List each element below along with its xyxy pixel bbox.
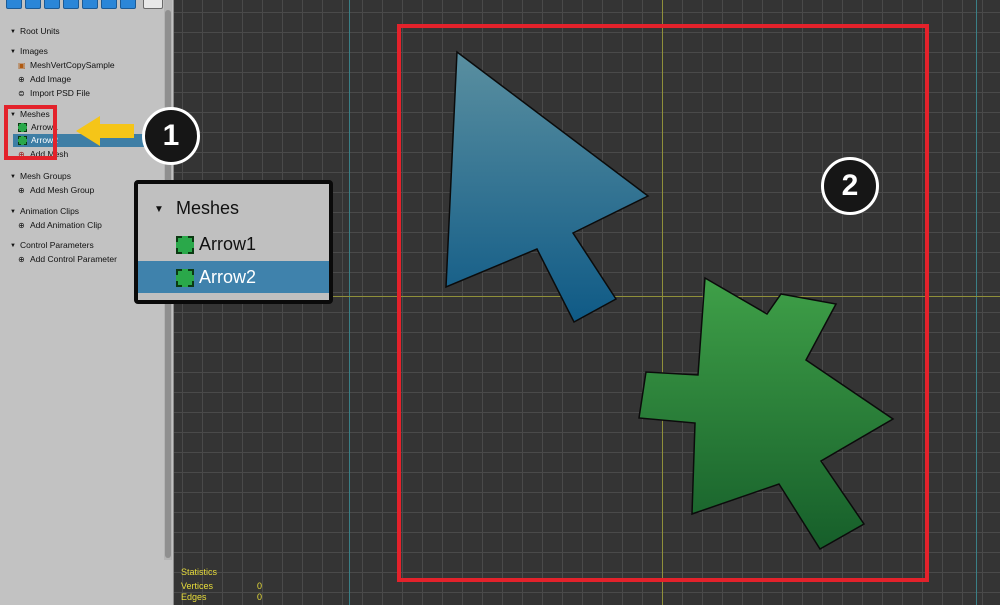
expand-triangle-icon: ▼ <box>10 28 16 35</box>
add-icon: ⊕ <box>18 221 25 230</box>
stat-edges: Edges 0 <box>181 592 263 602</box>
tool-button-2[interactable] <box>25 0 41 9</box>
group-images[interactable]: ▼ Images <box>10 45 48 57</box>
tool-button-5[interactable] <box>82 0 98 9</box>
expand-triangle-icon: ▼ <box>10 173 16 180</box>
tool-button-4[interactable] <box>63 0 79 9</box>
mesh-icon <box>176 236 194 255</box>
inset-item-arrow2: Arrow2 <box>138 261 329 293</box>
add-animation-clip-button[interactable]: ⊕ Add Animation Clip <box>18 219 102 231</box>
expand-triangle-icon: ▼ <box>10 208 16 215</box>
mesh-icon <box>176 269 194 288</box>
add-control-parameter-button[interactable]: ⊕ Add Control Parameter <box>18 253 117 265</box>
zoom-inset-meshes: ▼ Meshes Arrow1 Arrow2 <box>134 180 333 304</box>
highlight-frame-viewport <box>397 24 929 582</box>
highlight-frame-meshes <box>4 105 57 160</box>
step-badge-1: 1 <box>142 107 200 165</box>
sort-button[interactable] <box>143 0 163 9</box>
add-icon: ⊕ <box>18 255 25 264</box>
tool-button-3[interactable] <box>44 0 60 9</box>
group-mesh-groups[interactable]: ▼ Mesh Groups <box>10 170 71 182</box>
add-image-button[interactable]: ⊕ Add Image <box>18 73 71 85</box>
add-icon: ⊕ <box>18 75 25 84</box>
image-item[interactable]: ▣ MeshVertCopySample <box>18 59 115 71</box>
hierarchy-toolbar <box>0 0 173 9</box>
stat-vertices: Vertices 0 <box>181 581 263 591</box>
image-icon: ▣ <box>18 61 26 70</box>
statistics-title: Statistics <box>181 567 218 577</box>
add-icon: ⊕ <box>18 186 25 195</box>
group-control-parameters[interactable]: ▼ Control Parameters <box>10 239 94 251</box>
tool-button-7[interactable] <box>120 0 136 9</box>
inset-item-arrow1: Arrow1 <box>176 228 256 260</box>
step-badge-2: 2 <box>821 157 879 215</box>
inset-group-meshes: ▼ Meshes <box>154 198 240 218</box>
tool-button-1[interactable] <box>6 0 22 9</box>
expand-triangle-icon: ▼ <box>10 48 16 55</box>
add-mesh-group-button[interactable]: ⊕ Add Mesh Group <box>18 184 94 196</box>
group-root-units[interactable]: ▼ Root Units <box>10 25 60 37</box>
group-animation-clips[interactable]: ▼ Animation Clips <box>10 205 79 217</box>
callout-arrow-icon <box>76 116 134 146</box>
import-icon: ⊜ <box>18 89 25 98</box>
expand-triangle-icon: ▼ <box>154 203 164 215</box>
expand-triangle-icon: ▼ <box>10 242 16 249</box>
tool-button-6[interactable] <box>101 0 117 9</box>
import-psd-button[interactable]: ⊜ Import PSD File <box>18 87 90 99</box>
